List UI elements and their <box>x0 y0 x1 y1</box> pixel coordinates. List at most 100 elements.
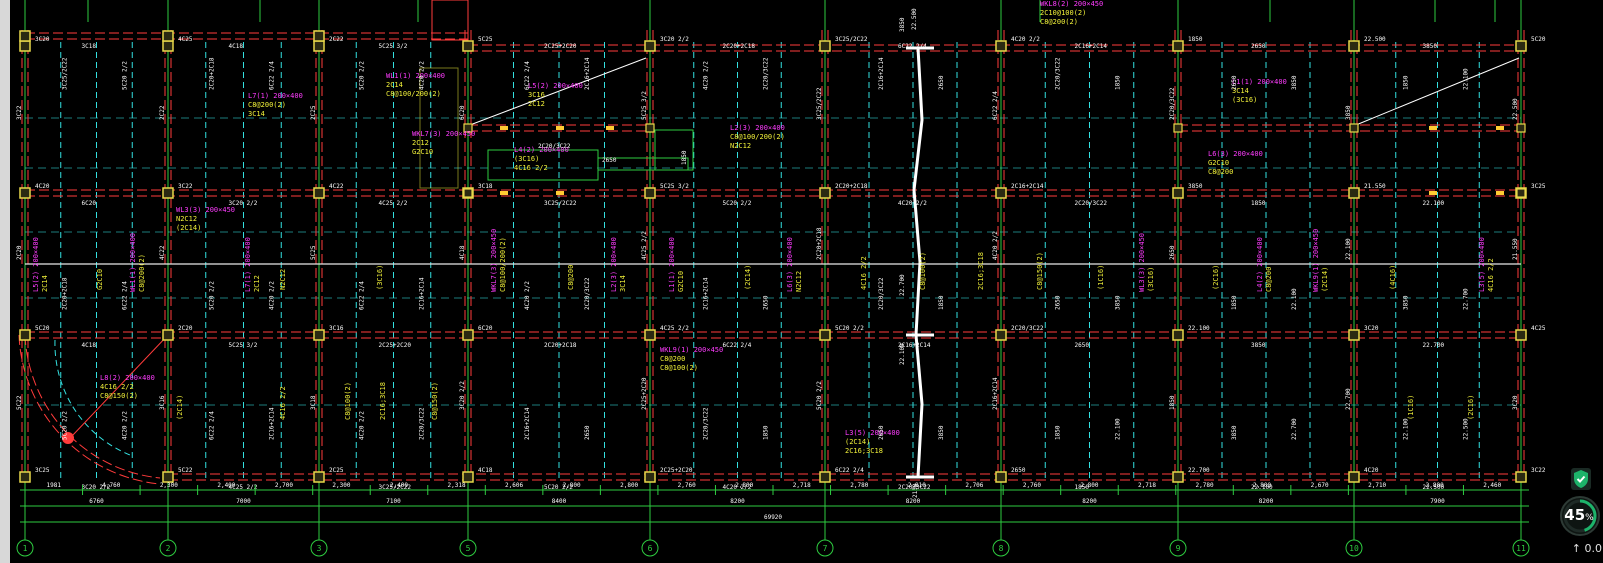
secondary-beam-label: 2C20/3C22 <box>703 407 710 440</box>
beam-reinforcement: 4C16 2/2 <box>514 164 548 172</box>
beam-reinforcement-vertical: (1C16) <box>1097 265 1105 290</box>
dimension-lines: 1981 4,760 2,300 2,400 2,700 2,300 2,400 2,318 2… <box>16 482 1530 557</box>
secondary-beam-label: 6C22 2/4 <box>209 411 216 440</box>
column-marker <box>162 40 174 52</box>
beam-reinforcement-vertical: C8@100(2) <box>919 252 927 290</box>
secondary-beam-label: 5C20 2/2 <box>62 411 69 440</box>
opening-mark <box>556 126 564 130</box>
secondary-beam-label: 1850 <box>1403 75 1410 90</box>
beam-rebar-label: 3C25/2C22 <box>835 36 868 43</box>
beam-reinforcement: 2C14 <box>386 81 403 89</box>
column-rebar-label: 5C20 2/2 <box>816 381 823 410</box>
dimension-value: 2,718 <box>793 482 811 489</box>
beam-reinforcement: 3C16 <box>528 91 545 99</box>
beam-label: WKL8(2) 200×450 <box>1040 0 1103 8</box>
column-marker <box>313 329 325 341</box>
beam-label: L5(2) 200×400 <box>528 82 583 90</box>
column-marker <box>644 329 656 341</box>
secondary-beam-label: 1850 <box>1231 295 1238 310</box>
dimension-value: 2,800 <box>620 482 638 489</box>
column-marker <box>995 187 1007 199</box>
beam-reinforcement: C8@150(2) <box>100 392 138 400</box>
beam-label: L2(3) 200×400 <box>730 124 785 132</box>
beam-reinforcement-vertical: (2C14) <box>176 395 184 420</box>
column-marker <box>313 187 325 199</box>
secondary-beam-label: 2C20+2C18 <box>209 57 216 90</box>
secondary-beam-label: 4C20 2/2 <box>524 281 531 310</box>
column-rebar-label: 2650 <box>1169 245 1176 260</box>
secondary-beam-label: 22.700 <box>1463 288 1470 310</box>
secondary-beam-label: 2650 <box>878 425 885 440</box>
beam-rebar-label: 6C22 2/4 <box>898 43 927 50</box>
beam-reinforcement-vertical: 4C16 2/2 <box>1487 258 1495 292</box>
beam-label-vertical: L5(2) 200×400 <box>32 237 40 292</box>
secondary-beam-label: 2C16+2C14 <box>878 57 885 90</box>
beam-rebar-label: 3850 <box>1188 183 1203 190</box>
beam-rebar-label: 5C20 2/2 <box>835 325 864 332</box>
beam-rebar-label: 3C20 2/2 <box>229 200 258 207</box>
secondary-beam-label: 2650 <box>1055 295 1062 310</box>
beam-reinforcement-vertical: C8@150(2) <box>1036 252 1044 290</box>
secondary-beam-label: 3C25/2C22 <box>62 57 69 90</box>
beam-reinforcement: 2C16;3C18 <box>845 447 883 455</box>
beam-reinforcement-vertical: N2C12 <box>279 269 287 290</box>
system-monitor-widget[interactable]: 45% ↑ 0.0 <box>1556 462 1603 563</box>
column-marker <box>644 471 656 483</box>
column-marker <box>1172 471 1184 483</box>
column-rebar-label: 3850 <box>1345 105 1352 120</box>
dimension-value: 2,400 <box>390 482 408 489</box>
beam-reinforcement-vertical: G2C10 <box>677 271 685 292</box>
shaft-outline <box>419 67 459 189</box>
beam-rebar-label: 3850 <box>1423 43 1438 50</box>
dimension-value: 2,780 <box>1196 482 1214 489</box>
beam-label-vertical: L6(3) 200×400 <box>786 237 794 292</box>
dimension-value: 2,760 <box>1023 482 1041 489</box>
secondary-beam-label: 1850 <box>1055 425 1062 440</box>
secondary-beam-label: 4C20 2/2 <box>359 411 366 440</box>
beam-reinforcement-vertical: (2C14) <box>744 265 752 290</box>
beam-rebar-label: 5C25 3/2 <box>229 342 258 349</box>
column-rebar-label: 3C22 <box>16 105 23 120</box>
column-marker <box>995 329 1007 341</box>
dimension-value: 7900 <box>1430 498 1445 505</box>
shield-check-icon[interactable] <box>1571 468 1591 490</box>
beam-reinforcement: 4C16 2/2 <box>100 383 134 391</box>
beam-reinforcement: (3C16) <box>514 155 539 163</box>
beam-rebar-label: 4C25 2/2 <box>660 325 689 332</box>
beam-rebar-label: 4C25 2/2 <box>379 200 408 207</box>
column-rebar-label: 4C22 <box>159 245 166 260</box>
beam-rebar-label: 2C25+2C20 <box>544 43 577 50</box>
beam-reinforcement: C8@200 <box>1208 168 1233 176</box>
column-marker <box>463 188 473 198</box>
column-marker <box>1173 123 1183 133</box>
beam-reinforcement: 3C14 <box>248 110 265 118</box>
beam-label: L3(5) 200×400 <box>845 429 900 437</box>
dimension-value: 7000 <box>236 498 251 505</box>
beam-rebar-label: 2650 <box>1075 342 1090 349</box>
secondary-beam-label: 3850 <box>1291 75 1298 90</box>
beam-rebar-label: 3C22 <box>1531 467 1546 474</box>
beam-rebar-label: 5C22 <box>178 467 193 474</box>
secondary-beam-label: 3850 <box>1115 295 1122 310</box>
beam-rebar-label: 3850 <box>1251 342 1266 349</box>
column-marker <box>1515 40 1527 52</box>
column-marker <box>1348 40 1360 52</box>
secondary-beam-label: 2C16+2C14 <box>584 57 591 90</box>
secondary-beam-label: 22.100 <box>1463 68 1470 90</box>
column-rebar-label: 4C18 <box>459 245 466 260</box>
beam-rebar-label: 4C25 <box>1531 325 1546 332</box>
column-marker <box>645 123 655 133</box>
dimension-value: 2,670 <box>1311 482 1329 489</box>
cad-drawing-canvas[interactable]: WKL8(2) 200×4502C10@100(2)C8@200(2)L5(2)… <box>10 0 1603 563</box>
dimension-value: 2,800 <box>1426 482 1444 489</box>
secondary-beam-label: 5C20 2/2 <box>209 281 216 310</box>
beam-reinforcement-vertical: (3C16) <box>376 265 384 290</box>
beam-label-vertical: L2(3) 200×400 <box>610 237 618 292</box>
cad-viewport[interactable]: WKL8(2) 200×450 2C10@100(2) C8@200(2) L5(2)… <box>0 0 1603 563</box>
elevation-mark: 3850 <box>899 17 906 32</box>
dimension-value: 8200 <box>906 498 921 505</box>
curved-wall <box>18 334 161 485</box>
column-rebar-label: 2C20/3C22 <box>1169 87 1176 120</box>
beam-reinforcement-vertical: C8@200(2) <box>138 254 146 292</box>
beam-rebar-label: 22.700 <box>1188 467 1210 474</box>
